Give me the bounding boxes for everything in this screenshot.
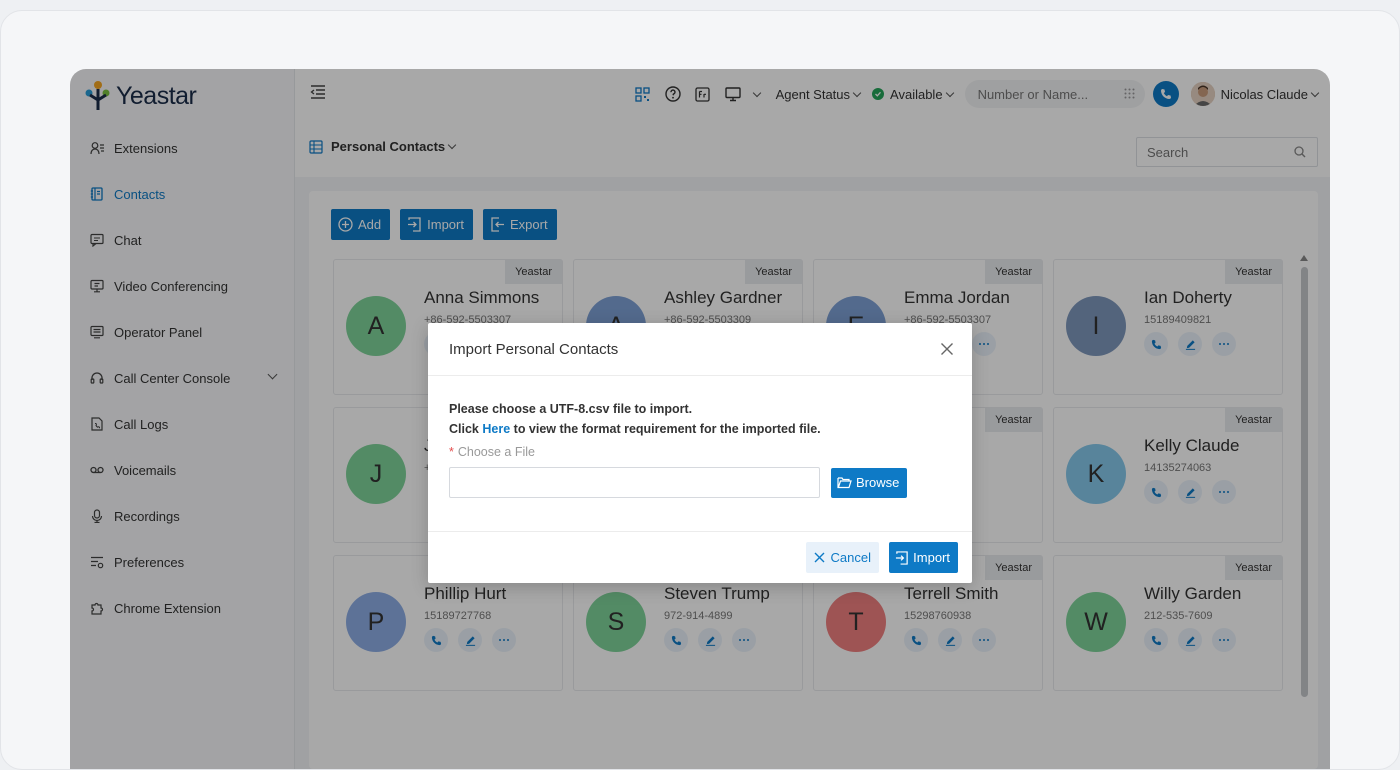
close-icon[interactable] [940, 342, 954, 356]
modal-body: Please choose a UTF-8.csv file to import… [449, 399, 951, 498]
format-hint-prefix: Click [449, 422, 479, 436]
format-hint: Click Here to view the format requiremen… [449, 419, 951, 439]
import-icon [896, 550, 908, 565]
format-requirement-link[interactable]: Here [482, 422, 510, 436]
file-field-label: * Choose a File [449, 445, 951, 459]
close-icon [814, 552, 825, 563]
cancel-button[interactable]: Cancel [805, 542, 879, 573]
modal-footer: Cancel Import [428, 531, 972, 583]
cancel-label: Cancel [830, 550, 871, 565]
import-confirm-button[interactable]: Import [889, 542, 958, 573]
file-picker-row: Browse [449, 467, 951, 498]
import-label: Import [913, 550, 950, 565]
required-asterisk: * [449, 445, 454, 459]
file-path-input[interactable] [449, 467, 820, 498]
import-modal: Import Personal Contacts Please choose a… [428, 323, 972, 583]
file-label-text: Choose a File [457, 445, 535, 459]
modal-title: Import Personal Contacts [449, 341, 619, 358]
folder-open-icon [837, 477, 852, 489]
modal-header: Import Personal Contacts [428, 323, 972, 376]
format-hint-suffix: to view the format requirement for the i… [513, 422, 821, 436]
browse-button[interactable]: Browse [831, 467, 908, 498]
browse-label: Browse [856, 475, 900, 490]
import-instruction: Please choose a UTF-8.csv file to import… [449, 402, 693, 416]
